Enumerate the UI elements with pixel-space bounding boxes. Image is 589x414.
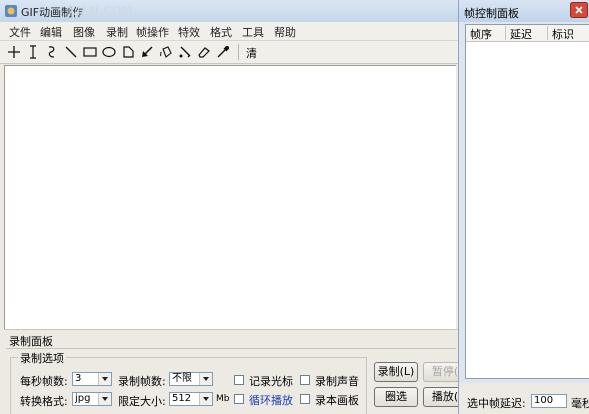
record-sound-checkbox[interactable] (300, 375, 310, 385)
chevron-down-icon (98, 393, 111, 405)
record-panel: 录制面板 录制选项 每秒帧数: 3 录制帧数: 不限 记录光标 录制声音 转换格… (4, 329, 458, 414)
menu-help[interactable]: 帮助 (274, 24, 296, 40)
frame-delay-bar: 选中帧延迟: 100 毫秒 (459, 383, 589, 414)
chevron-down-icon (199, 393, 212, 405)
toolbar-separator (238, 44, 239, 60)
frame-list-header: 帧序 延迟 标识 (466, 25, 589, 42)
format-select[interactable]: jpg (72, 392, 112, 406)
column-tag[interactable]: 标识 (548, 26, 589, 41)
menu-edit[interactable]: 编辑 (40, 24, 62, 40)
fps-select[interactable]: 3 (72, 372, 112, 386)
eraser-icon[interactable] (195, 43, 213, 61)
frame-control-window: 帧控制面板 帧序 延迟 标识 选中帧延迟: 100 毫秒 (458, 0, 589, 414)
frame-delay-input[interactable]: 100 (531, 394, 567, 408)
chevron-down-icon (199, 373, 212, 385)
close-icon[interactable] (570, 2, 588, 18)
fps-value: 3 (75, 373, 82, 384)
title-bar[interactable]: GIF动画制作 XIAN.COM (0, 0, 458, 22)
record-sound-label: 录制声音 (315, 375, 359, 388)
frame-delay-value: 100 (534, 395, 554, 406)
menu-file[interactable]: 文件 (9, 24, 31, 40)
menu-frame-ops[interactable]: 帧操作 (136, 24, 169, 40)
cross-icon[interactable] (5, 43, 23, 61)
ellipse-icon[interactable] (100, 43, 118, 61)
format-value: jpg (75, 393, 91, 404)
frame-panel-title: 帧控制面板 (464, 7, 519, 20)
frame-panel-title-bar[interactable]: 帧控制面板 (459, 0, 589, 22)
play-button[interactable]: 播放( (423, 387, 458, 407)
record-cursor-checkbox[interactable] (234, 375, 244, 385)
line-icon[interactable] (62, 43, 80, 61)
menu-image[interactable]: 图像 (73, 24, 95, 40)
app-icon (5, 5, 17, 17)
title-watermark: XIAN.COM (68, 4, 133, 18)
clear-button[interactable]: 清 (243, 43, 261, 61)
size-limit-select[interactable]: 512 (169, 392, 213, 406)
record-panel-title: 录制面板 (9, 335, 53, 348)
drawing-canvas[interactable] (4, 65, 456, 329)
drawing-toolbar: 清 (0, 41, 458, 64)
frame-list[interactable]: 帧序 延迟 标识 (465, 24, 589, 379)
size-limit-label: 限定大小: (118, 395, 166, 408)
loop-play-label: 循环播放 (249, 394, 293, 407)
main-window: GIF动画制作 XIAN.COM 文件 编辑 图像 录制 帧操作 特效 格式 工… (0, 0, 458, 414)
format-label: 转换格式: (20, 395, 68, 408)
menu-effects[interactable]: 特效 (178, 24, 200, 40)
record-button[interactable]: 录制(L) (374, 362, 418, 382)
column-frame-order[interactable]: 帧序 (466, 26, 506, 41)
pause-button[interactable]: 暂停( (423, 362, 458, 382)
pen-icon[interactable] (176, 43, 194, 61)
fill-bucket-icon[interactable] (157, 43, 175, 61)
record-options-legend: 录制选项 (18, 350, 66, 366)
curve-icon[interactable] (43, 43, 61, 61)
record-cursor-label: 记录光标 (249, 375, 293, 388)
region-select-button[interactable]: 圈选 (374, 387, 418, 407)
size-unit: Mb (216, 394, 230, 404)
eyedropper-icon[interactable] (214, 43, 232, 61)
text-cursor-icon[interactable] (24, 43, 42, 61)
panel-divider (6, 348, 456, 349)
loop-play-checkbox[interactable] (234, 394, 244, 404)
rectangle-icon[interactable] (81, 43, 99, 61)
frames-value: 不限 (172, 373, 192, 384)
frames-label: 录制帧数: (118, 375, 166, 388)
frame-delay-label: 选中帧延迟: (467, 397, 526, 410)
size-limit-value: 512 (172, 393, 192, 404)
menu-bar: 文件 编辑 图像 录制 帧操作 特效 格式 工具 帮助 (0, 22, 458, 41)
chevron-down-icon (98, 373, 111, 385)
menu-tools[interactable]: 工具 (242, 24, 264, 40)
record-window-label: 录本画板 (315, 394, 359, 407)
arrow-icon[interactable] (138, 43, 156, 61)
menu-record[interactable]: 录制 (106, 24, 128, 40)
column-delay[interactable]: 延迟 (506, 26, 548, 41)
frame-delay-unit: 毫秒 (571, 397, 589, 410)
polygon-icon[interactable] (119, 43, 137, 61)
fps-label: 每秒帧数: (20, 375, 68, 388)
frames-select[interactable]: 不限 (169, 372, 213, 386)
menu-format[interactable]: 格式 (210, 24, 232, 40)
record-window-checkbox[interactable] (300, 394, 310, 404)
